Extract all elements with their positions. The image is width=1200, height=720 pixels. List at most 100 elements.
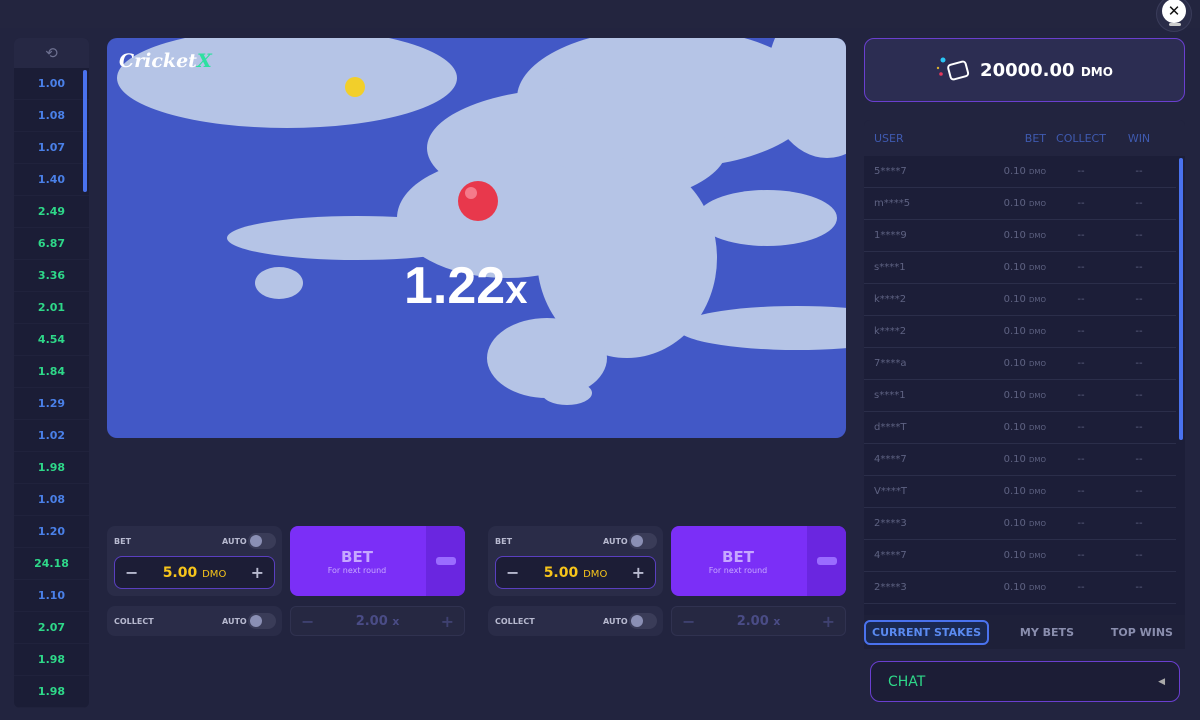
table-row: s****1 0.10 DMO -- --: [864, 252, 1176, 284]
auto-collect-toggle[interactable]: [248, 613, 276, 629]
minus-button[interactable]: −: [682, 612, 695, 631]
table-row: k****2 0.10 DMO -- --: [864, 316, 1176, 348]
bet-currency: DMO: [1029, 456, 1046, 464]
table-row: m****5 0.10 DMO -- --: [864, 188, 1176, 220]
bet-amount: 0.10: [1003, 582, 1026, 593]
user: k****2: [874, 326, 907, 337]
tab-current-stakes[interactable]: CURRENT STAKES: [864, 619, 990, 645]
collect: --: [1077, 454, 1085, 465]
stake-input[interactable]: − 5.00 DMO +: [114, 556, 275, 589]
bet-amount: 0.10: [1003, 358, 1026, 369]
collect-label: COLLECT: [495, 617, 535, 626]
bet-currency: DMO: [1029, 232, 1046, 240]
history-item: 1.84: [14, 356, 89, 388]
remove-bet-button[interactable]: [426, 526, 465, 596]
header-bet: BET: [1024, 131, 1046, 145]
win: --: [1135, 198, 1143, 209]
header-user: USER: [874, 131, 904, 145]
close-icon: ✕: [1162, 0, 1186, 23]
history-item: 1.98: [14, 452, 89, 484]
user: k****2: [874, 294, 907, 305]
bet-button-sublabel: For next round: [327, 565, 387, 575]
bet-currency: DMO: [1029, 360, 1046, 368]
history-item: 2.01: [14, 292, 89, 324]
plus-button[interactable]: +: [822, 612, 835, 631]
bet: 0.10 DMO: [986, 326, 1046, 337]
user: 2****3: [874, 582, 907, 593]
bet-label: BET: [114, 537, 132, 546]
auto-bet-toggle[interactable]: [248, 533, 276, 549]
collect-multiplier-input[interactable]: − 2.00 x +: [671, 606, 846, 636]
win: --: [1135, 518, 1143, 529]
balance-currency: DMO: [1080, 64, 1113, 79]
collect: --: [1077, 582, 1085, 593]
history-item: 1.98: [14, 676, 89, 708]
collect: --: [1077, 550, 1085, 561]
history-icon[interactable]: ⟲: [14, 38, 89, 68]
collect-panel: COLLECT AUTO: [488, 606, 663, 636]
bet-currency: DMO: [1029, 520, 1046, 528]
collect-label: COLLECT: [114, 617, 154, 626]
chat-button[interactable]: CHAT ◀: [870, 661, 1180, 702]
bet: 0.10 DMO: [986, 486, 1046, 497]
user: 1****9: [874, 230, 907, 241]
history-scrollbar[interactable]: [83, 70, 87, 192]
user: m****5: [874, 198, 911, 209]
collect-multiplier-input[interactable]: − 2.00 x +: [290, 606, 465, 636]
minus-button[interactable]: −: [125, 563, 138, 582]
caret-left-icon: ◀: [1158, 676, 1165, 687]
collect-suffix: x: [392, 614, 400, 628]
collect: --: [1077, 262, 1085, 273]
win: --: [1135, 582, 1143, 593]
auto-collect-label: AUTO: [603, 617, 628, 626]
bet: 0.10 DMO: [986, 454, 1046, 465]
win: --: [1135, 262, 1143, 273]
current-multiplier: 1.22x: [404, 256, 527, 316]
bet-button[interactable]: BET For next round: [290, 526, 465, 596]
tab-my-bets[interactable]: MY BETS: [1014, 622, 1080, 643]
collect-value: 2.00: [355, 613, 388, 629]
table-row: V****T 0.10 DMO -- --: [864, 476, 1176, 508]
bet-currency: DMO: [1029, 584, 1046, 592]
bet-amount: 0.10: [1003, 262, 1026, 273]
collect-suffix: x: [773, 614, 781, 628]
bet-amount: 0.10: [1003, 326, 1026, 337]
stakes-table: USER BET COLLECT WIN 5****7 0.10 DMO -- -- m…: [864, 120, 1185, 645]
tab-top-wins[interactable]: TOP WINS: [1105, 622, 1179, 643]
bet-label: BET: [495, 537, 513, 546]
minus-button[interactable]: −: [506, 563, 519, 582]
auto-collect-label: AUTO: [222, 617, 247, 626]
table-row: d****T 0.10 DMO -- --: [864, 412, 1176, 444]
history-item: 24.18: [14, 548, 89, 580]
bet-panel: BET AUTO − 5.00 DMO +: [107, 526, 282, 596]
table-row: k****2 0.10 DMO -- --: [864, 284, 1176, 316]
top-bar: [0, 0, 1200, 28]
collect: --: [1077, 518, 1085, 529]
bet-amount: 0.10: [1003, 198, 1026, 209]
win: --: [1135, 390, 1143, 401]
bet-amount: 0.10: [1003, 294, 1026, 305]
win: --: [1135, 358, 1143, 369]
table-scrollbar[interactable]: [1179, 158, 1183, 440]
plus-button[interactable]: +: [441, 612, 454, 631]
chat-label: CHAT: [888, 673, 926, 690]
bet-button-label: BET: [722, 547, 754, 566]
user: 2****3: [874, 518, 907, 529]
bet-currency: DMO: [1029, 168, 1046, 176]
table-row: 4****7 0.10 DMO -- --: [864, 540, 1176, 572]
stake-input[interactable]: − 5.00 DMO +: [495, 556, 656, 589]
bet-amount: 0.10: [1003, 518, 1026, 529]
bet: 0.10 DMO: [986, 582, 1046, 593]
collect-value: 2.00: [736, 613, 769, 629]
auto-collect-toggle[interactable]: [629, 613, 657, 629]
auto-bet-toggle[interactable]: [629, 533, 657, 549]
remove-bet-button[interactable]: [807, 526, 846, 596]
plus-button[interactable]: +: [251, 563, 264, 582]
bet-button[interactable]: BET For next round: [671, 526, 846, 596]
minus-button[interactable]: −: [301, 612, 314, 631]
stake-amount: 5.00: [162, 564, 198, 581]
user: s****1: [874, 262, 906, 273]
plus-button[interactable]: +: [632, 563, 645, 582]
win: --: [1135, 294, 1143, 305]
table-row: 2****3 0.10 DMO -- --: [864, 572, 1176, 604]
